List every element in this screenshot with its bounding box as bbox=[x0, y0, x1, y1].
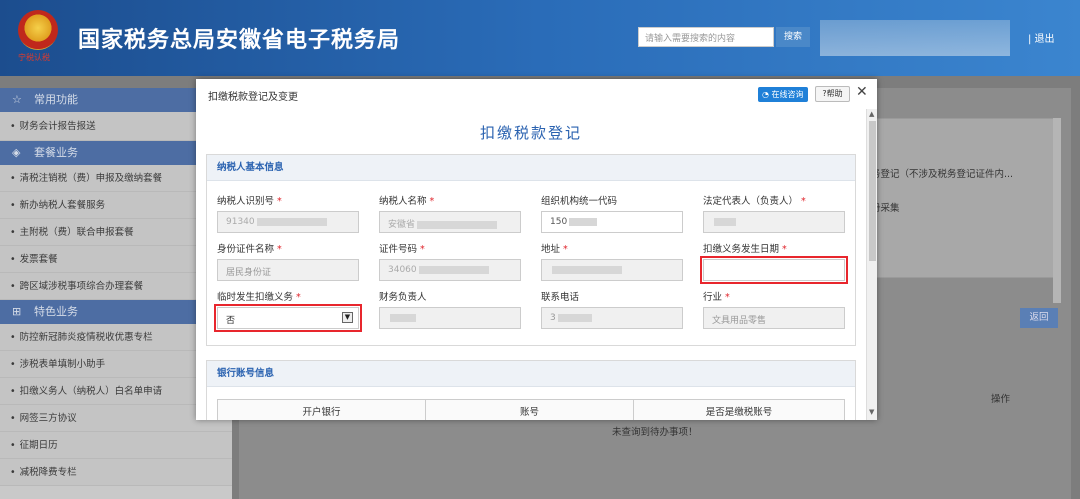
id-type-input[interactable]: 居民身份证 bbox=[217, 259, 359, 281]
scroll-thumb[interactable] bbox=[869, 121, 876, 261]
section-title: 银行账号信息 bbox=[207, 361, 855, 387]
field-temp-obligation: 临时发生扣缴义务 * 否 ▼ bbox=[214, 289, 362, 332]
tax-emblem-icon bbox=[18, 10, 58, 50]
finance-head-input[interactable] bbox=[379, 307, 521, 329]
logout-link[interactable]: | 退出 bbox=[1028, 30, 1055, 45]
info-box bbox=[863, 118, 1058, 278]
field-obligation-date: 扣缴义务发生日期 * bbox=[700, 241, 848, 284]
info-text-1[interactable]: 务登记（不涉及税务登记证件内... bbox=[871, 166, 1013, 180]
obligation-date-input[interactable] bbox=[700, 256, 848, 284]
search-input[interactable]: 请输入需要搜索的内容 bbox=[638, 27, 774, 47]
scroll-down-icon[interactable]: ▼ bbox=[869, 408, 874, 416]
org-code-input[interactable]: 150 bbox=[541, 211, 683, 233]
bank-account-section: 银行账号信息 开户银行 账号 是否是缴税账号 bbox=[206, 360, 856, 420]
field-taxpayer-id: 纳税人识别号 * 91340 bbox=[217, 193, 359, 233]
modal-body: 扣缴税款登记 纳税人基本信息 纳税人识别号 * 91340 纳税人名称 * 安徽省 … bbox=[196, 109, 866, 420]
close-icon[interactable]: ✕ bbox=[856, 84, 868, 100]
sidebar-item[interactable]: 征期日历 bbox=[0, 432, 232, 459]
industry-input[interactable]: 文具用品零售 bbox=[703, 307, 845, 329]
headset-icon: ◔ bbox=[762, 90, 769, 99]
scrollbar[interactable] bbox=[1053, 118, 1061, 303]
modal-title: 扣缴税款登记及变更 bbox=[208, 92, 298, 103]
field-finance-head: 财务负责人 bbox=[379, 289, 521, 329]
star-icon: ☆ bbox=[12, 93, 22, 106]
section-title: 纳税人基本信息 bbox=[207, 155, 855, 181]
field-address: 地址 * bbox=[541, 241, 683, 281]
temp-obligation-select[interactable]: 否 ▼ bbox=[214, 304, 362, 332]
bank-account-table: 开户银行 账号 是否是缴税账号 bbox=[217, 399, 845, 420]
field-id-type: 身份证件名称 * 居民身份证 bbox=[217, 241, 359, 281]
field-org-code: 组织机构统一代码 150 bbox=[541, 193, 683, 233]
site-header: 宁税认税 国家税务总局安徽省电子税务局 请输入需要搜索的内容 搜索 | 退出 bbox=[0, 0, 1080, 76]
scroll-up-icon[interactable]: ▲ bbox=[869, 110, 874, 118]
withholding-registration-modal: 扣缴税款登记及变更 ◔ 在线咨询 ?帮助 ✕ 扣缴税款登记 纳税人基本信息 纳税… bbox=[196, 79, 877, 420]
col-account: 账号 bbox=[425, 399, 634, 420]
id-number-input[interactable]: 34060 bbox=[379, 259, 521, 281]
taxpayer-name-input[interactable]: 安徽省 bbox=[379, 211, 521, 233]
great-wall-banner bbox=[820, 20, 1010, 56]
grid-icon: ⊞ bbox=[12, 305, 22, 318]
form-title: 扣缴税款登记 bbox=[479, 124, 582, 142]
address-input[interactable] bbox=[541, 259, 683, 281]
modal-header: 扣缴税款登记及变更 ◔ 在线咨询 ?帮助 ✕ bbox=[196, 79, 877, 109]
no-items-text: 未查询到待办事项！ bbox=[612, 427, 698, 438]
col-bank: 开户银行 bbox=[217, 399, 426, 420]
field-taxpayer-name: 纳税人名称 * 安徽省 bbox=[379, 193, 521, 233]
field-industry: 行业 * 文具用品零售 bbox=[703, 289, 845, 329]
modal-scrollbar[interactable]: ▲ ▼ bbox=[866, 109, 877, 420]
operation-header: 操作 bbox=[991, 394, 1011, 405]
back-button[interactable]: 返回 bbox=[1020, 308, 1058, 328]
field-phone: 联系电话 3 bbox=[541, 289, 683, 329]
help-button[interactable]: ?帮助 bbox=[815, 86, 850, 102]
chevron-down-icon[interactable]: ▼ bbox=[342, 312, 353, 323]
emblem-text: 宁税认税 bbox=[18, 53, 50, 62]
search-button[interactable]: 搜索 bbox=[776, 27, 810, 47]
layers-icon: ◈ bbox=[12, 146, 21, 159]
phone-input[interactable]: 3 bbox=[541, 307, 683, 329]
site-title: 国家税务总局安徽省电子税务局 bbox=[78, 28, 401, 53]
col-is-tax-account: 是否是缴税账号 bbox=[633, 399, 845, 420]
taxpayer-info-section: 纳税人基本信息 纳税人识别号 * 91340 纳税人名称 * 安徽省 组织机构统一代… bbox=[206, 154, 856, 346]
field-legal-rep: 法定代表人（负责人） * bbox=[703, 193, 845, 233]
field-id-number: 证件号码 * 34060 bbox=[379, 241, 521, 281]
sidebar-item[interactable]: 减税降费专栏 bbox=[0, 459, 232, 486]
legal-rep-input[interactable] bbox=[703, 211, 845, 233]
online-consult-button[interactable]: ◔ 在线咨询 bbox=[758, 87, 808, 102]
taxpayer-id-input[interactable]: 91340 bbox=[217, 211, 359, 233]
table-header-row: 开户银行 账号 是否是缴税账号 bbox=[217, 399, 845, 420]
